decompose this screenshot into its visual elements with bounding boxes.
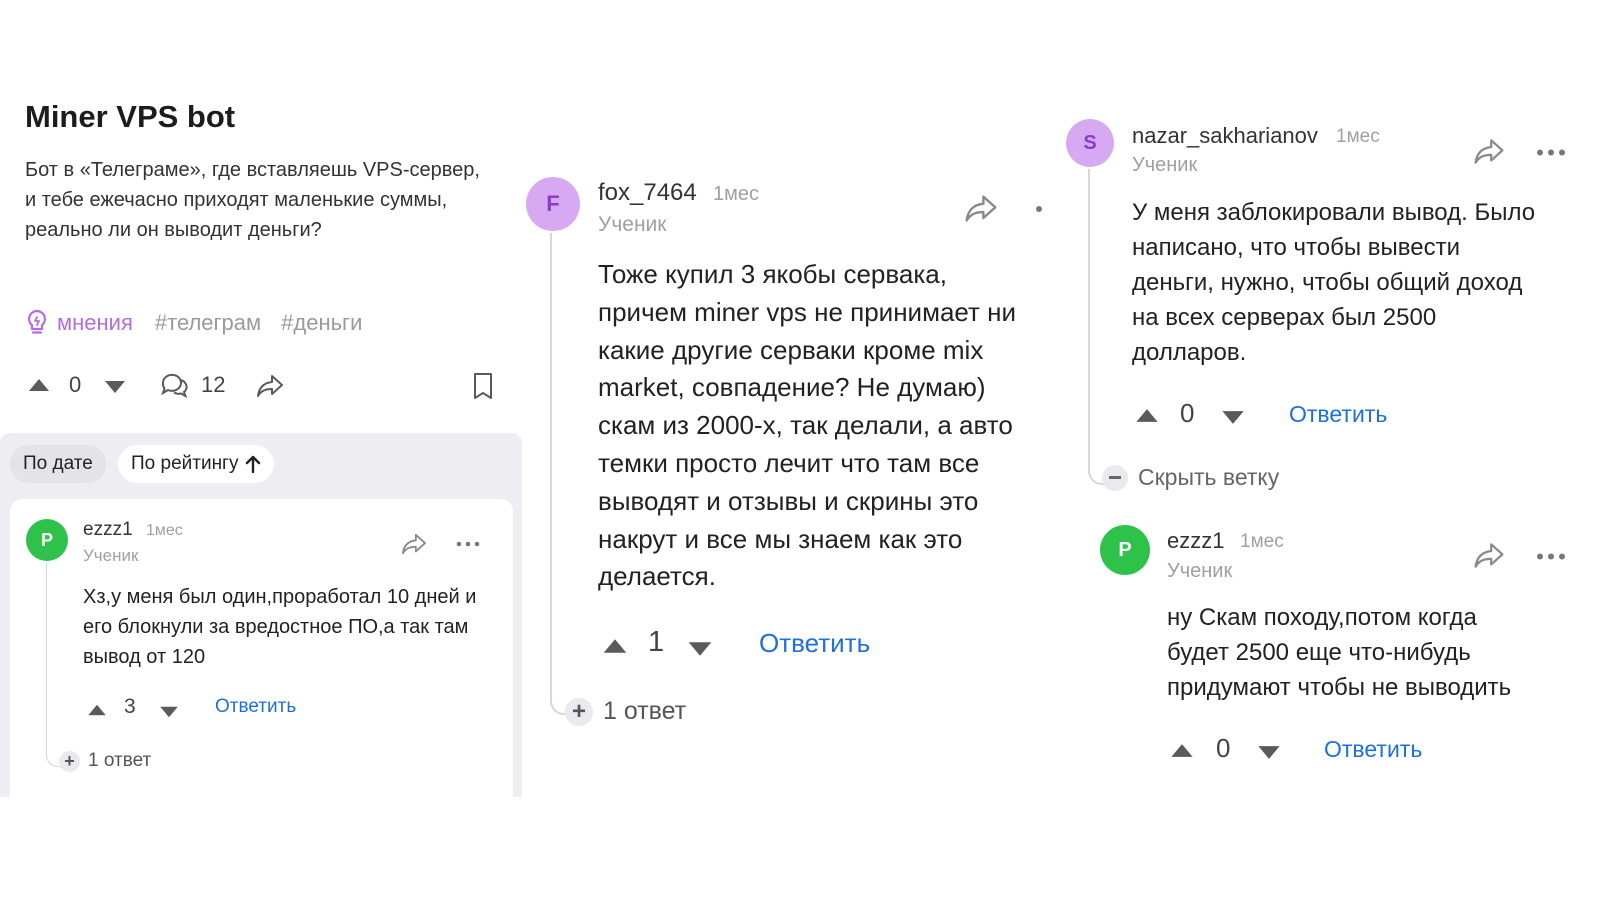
comment-line: Тоже купил 3 якобы сервака, — [598, 259, 947, 289]
arrow-down-icon[interactable] — [1256, 744, 1282, 761]
comment-date: 1мес — [1240, 531, 1284, 552]
thread-line — [46, 563, 62, 767]
comment-text: Хз,у меня был один,проработал 10 дней и … — [83, 586, 477, 668]
sort-by-rating-button[interactable]: По рейтингу — [118, 445, 274, 483]
show-replies-button[interactable]: + 1 ответ — [565, 697, 686, 726]
arrow-up-icon[interactable] — [1134, 407, 1160, 424]
comment-line: делается. — [598, 561, 716, 592]
more-icon[interactable] — [1536, 553, 1566, 560]
comment-line: накрут и все мы знаем как это — [598, 523, 963, 554]
share-icon[interactable] — [400, 532, 428, 556]
lightbulb-icon — [25, 309, 57, 337]
avatar[interactable]: P — [1100, 525, 1150, 575]
tag-money[interactable]: #деньги — [281, 310, 362, 336]
comment-text: У меня заблокировали вывод. Было написан… — [1132, 195, 1568, 370]
question-actions: 0 12 — [25, 369, 505, 403]
tag-telegram[interactable]: #телеграм — [155, 310, 261, 336]
comment-line: темки просто лечит что там все — [598, 447, 980, 478]
sort-arrow-up-icon — [239, 454, 261, 474]
avatar[interactable]: P — [26, 519, 68, 561]
comment-line: market, совпадение? Не думаю) — [598, 372, 986, 403]
comment-line: выводят и отзывы и скрины это — [598, 485, 979, 516]
user-role: Ученик — [1167, 560, 1233, 582]
comment-text: Тоже купил 3 якобы сервака, причем miner… — [598, 256, 1045, 596]
reply-button[interactable]: Ответить — [759, 628, 870, 659]
more-icon[interactable] — [456, 541, 480, 547]
bookmark-icon[interactable] — [471, 371, 495, 401]
hide-branch-button[interactable]: Скрыть ветку — [1102, 464, 1279, 491]
comment-date: 1мес — [146, 522, 183, 539]
thread-line — [550, 233, 572, 715]
share-icon[interactable] — [1472, 137, 1506, 166]
comments-count: 12 — [201, 372, 226, 397]
replies-count: 1 ответ — [603, 697, 687, 725]
comment-score: 0 — [1180, 398, 1195, 428]
arrow-up-icon[interactable] — [601, 637, 629, 655]
comment-line: ну Скам походу,потом когда — [1167, 604, 1477, 631]
tag-opinion[interactable]: мнения — [25, 309, 133, 337]
username[interactable]: ezzz1 — [1167, 528, 1224, 554]
username[interactable]: fox_7464 — [598, 179, 697, 207]
arrow-down-icon[interactable] — [103, 379, 127, 395]
arrow-down-icon[interactable] — [158, 705, 180, 719]
comment-line: причем miner vps не принимает ни — [598, 296, 1017, 327]
arrow-down-icon[interactable] — [686, 640, 714, 658]
comment-score: 0 — [1216, 733, 1231, 763]
plus-icon: + — [59, 750, 80, 772]
comment-score: 1 — [648, 626, 665, 658]
comment-card: P ezzz1 1мес Ученик Хз,у меня был один,п… — [10, 499, 513, 797]
share-icon[interactable] — [1472, 541, 1506, 570]
comment-line: написано, что чтобы вывести — [1132, 234, 1460, 261]
arrow-up-icon[interactable] — [1169, 742, 1195, 759]
username[interactable]: ezzz1 — [83, 519, 133, 541]
comment-text: ну Скам походу,потом когда будет 2500 ещ… — [1167, 600, 1568, 705]
comment-panel-fox: F fox_7464 1мес Ученик Тоже купил 3 якоб… — [523, 85, 1045, 797]
question-score: 0 — [69, 372, 82, 397]
comment-line: какие другие серваки кроме mix — [598, 334, 984, 365]
arrow-up-icon[interactable] — [27, 377, 51, 393]
comment-line: У меня заблокировали вывод. Было — [1132, 199, 1536, 226]
tag-label: мнения — [57, 310, 133, 335]
plus-icon: + — [565, 697, 593, 726]
sort-by-rating-label: По рейтингу — [131, 453, 239, 474]
user-role: Ученик — [598, 213, 667, 236]
share-icon[interactable] — [963, 193, 999, 224]
comment-line: скам из 2000-х, так делали, а авто — [598, 410, 1013, 441]
comment-line: на всех серверах был 2500 — [1132, 304, 1437, 331]
sort-by-date-label: По дате — [23, 453, 93, 474]
comment-date: 1мес — [1336, 126, 1380, 147]
thread-line — [1088, 169, 1108, 485]
more-icon[interactable] — [1035, 205, 1043, 213]
comment-line: деньги, нужно, чтобы общий доход — [1132, 269, 1523, 296]
reply-button[interactable]: Ответить — [215, 696, 296, 718]
arrow-up-icon[interactable] — [86, 703, 108, 717]
comments-section: По дате По рейтингу P ezzz1 1мес Ученик … — [0, 433, 522, 797]
avatar[interactable]: F — [526, 177, 580, 231]
comment-line: будет 2500 еще что-нибудь — [1167, 639, 1471, 666]
user-role: Ученик — [1132, 154, 1198, 176]
avatar[interactable]: S — [1066, 119, 1114, 167]
comment-score: 3 — [124, 695, 136, 718]
comment-icon[interactable] — [159, 371, 191, 399]
more-icon[interactable] — [1536, 149, 1566, 156]
share-icon[interactable] — [255, 373, 285, 399]
user-role: Ученик — [83, 546, 139, 565]
minus-icon — [1102, 464, 1128, 491]
reply-button[interactable]: Ответить — [1289, 401, 1387, 428]
reply-button[interactable]: Ответить — [1324, 736, 1422, 763]
comment-date: 1мес — [713, 183, 759, 205]
question-title: Miner VPS bot — [25, 99, 236, 134]
arrow-down-icon[interactable] — [1220, 409, 1246, 426]
comment-line: придумают чтобы не выводить — [1167, 674, 1512, 701]
comment-panel-nazar: S nazar_sakharianov 1мес Ученик У меня з… — [1046, 85, 1568, 797]
username[interactable]: nazar_sakharianov — [1132, 123, 1318, 149]
comment-line: долларов. — [1132, 339, 1247, 366]
hide-branch-label: Скрыть ветку — [1138, 464, 1280, 490]
sort-by-date-button[interactable]: По дате — [10, 445, 106, 483]
show-replies-button[interactable]: + 1 ответ — [59, 750, 151, 772]
replies-count: 1 ответ — [88, 750, 152, 771]
question-panel: Miner VPS bot Бот в «Телеграме», где вст… — [0, 85, 522, 797]
tag-list: мнения #телеграм #деньги — [25, 309, 382, 337]
question-text: Бот в «Телеграме», где вставляешь VPS-се… — [25, 159, 480, 241]
